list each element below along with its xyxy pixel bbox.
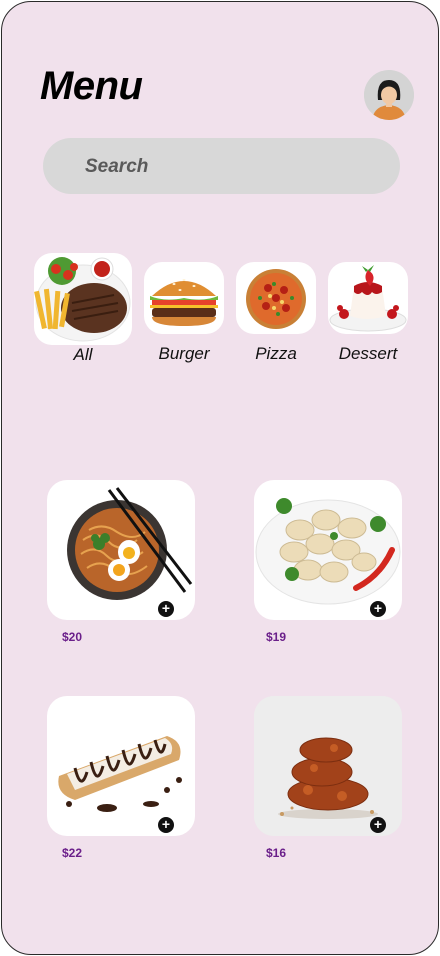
user-avatar-icon — [364, 70, 414, 120]
food-card-ramen[interactable]: + — [47, 480, 195, 620]
food-card-fried-chicken[interactable]: + — [254, 696, 402, 836]
chocolate-roll-image — [58, 736, 182, 812]
category-pizza[interactable]: Pizza — [236, 262, 316, 368]
phone-frame: Menu Search All Burger Pizza Dessert + $… — [1, 1, 439, 955]
category-dessert-thumb — [328, 262, 408, 334]
search-bar — [43, 138, 400, 196]
add-to-cart-button[interactable]: + — [158, 601, 174, 617]
category-dessert[interactable]: Dessert — [328, 262, 408, 368]
search-input[interactable] — [83, 138, 387, 196]
item-price: $22 — [62, 846, 83, 860]
category-all[interactable]: All — [34, 253, 132, 368]
category-label: Burger — [158, 344, 210, 363]
category-label: Pizza — [255, 344, 297, 363]
category-burger-thumb — [144, 262, 224, 334]
page-title: Menu — [40, 64, 143, 108]
burger-icon — [150, 279, 218, 326]
dumplings-image — [255, 498, 401, 605]
food-card-chocolate-roll[interactable]: + — [47, 696, 195, 836]
item-price: $20 — [62, 630, 83, 644]
item-price: $19 — [266, 630, 287, 644]
fried-chicken-image — [254, 696, 402, 836]
user-avatar[interactable] — [364, 70, 414, 120]
ramen-image — [67, 487, 193, 600]
category-burger[interactable]: Burger — [144, 262, 224, 368]
add-to-cart-button[interactable]: + — [370, 817, 386, 833]
add-to-cart-button[interactable]: + — [158, 817, 174, 833]
item-price: $16 — [266, 846, 287, 860]
category-label: All — [73, 345, 93, 364]
add-to-cart-button[interactable]: + — [370, 601, 386, 617]
category-pizza-thumb — [236, 262, 316, 334]
steak-fries-icon — [34, 257, 131, 342]
food-card-dumplings[interactable]: + — [254, 480, 402, 620]
category-all-thumb — [34, 253, 132, 345]
panna-cotta-icon — [329, 265, 407, 332]
pizza-icon — [246, 269, 306, 329]
category-label: Dessert — [338, 344, 398, 363]
